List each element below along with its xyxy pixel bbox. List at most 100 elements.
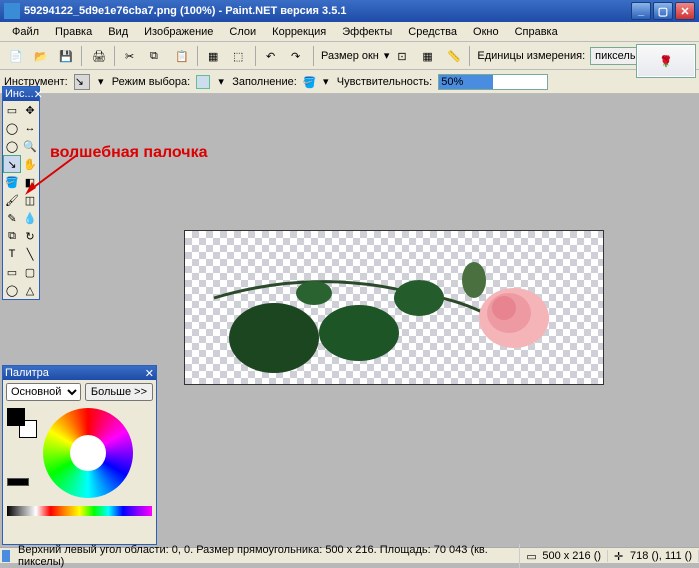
separator [114, 46, 115, 66]
size-dropdown[interactable]: ▾ [384, 49, 390, 62]
redo-icon: ↷ [291, 50, 303, 62]
current-tool-icon[interactable]: ↘ [74, 74, 90, 90]
panel-close-icon[interactable]: ✕ [34, 88, 43, 101]
tool-rectangle[interactable]: ▭ [3, 263, 21, 281]
menubar: Файл Правка Вид Изображение Слои Коррекц… [0, 22, 699, 42]
menu-view[interactable]: Вид [100, 24, 136, 40]
canvas[interactable] [184, 230, 604, 385]
undo-icon: ↶ [266, 50, 278, 62]
status-cursor-pos: ✛ 718 (), 111 () [608, 550, 699, 562]
copy-button[interactable]: ⧉ [145, 45, 167, 67]
tool-color-picker[interactable]: 💧 [21, 209, 39, 227]
ruler-icon: 📏 [447, 50, 459, 62]
wand-icon: ↘ [75, 76, 84, 88]
tool-lasso[interactable]: ◯ [3, 119, 21, 137]
cut-button[interactable]: ✂ [120, 45, 142, 67]
save-file-button[interactable]: 💾 [54, 45, 76, 67]
selection-mode-replace[interactable] [196, 75, 210, 89]
tool-eraser[interactable]: ◫ [21, 191, 39, 209]
menu-effects[interactable]: Эффекты [334, 24, 400, 40]
fill-label: Заполнение: [232, 76, 297, 88]
grid-icon: ▦ [422, 50, 434, 62]
tools-panel-header[interactable]: Инс... ✕ [3, 87, 39, 101]
menu-edit[interactable]: Правка [47, 24, 100, 40]
cut-icon: ✂ [125, 50, 137, 62]
window-titlebar: 59294122_5d9e1e76cba7.png (100%) - Paint… [0, 0, 699, 22]
tool-brush[interactable]: 🖌 [3, 191, 21, 209]
zoom-fit-icon: ⊡ [397, 50, 409, 62]
minimize-button[interactable]: _ [631, 2, 651, 20]
separator [255, 46, 256, 66]
menu-tools[interactable]: Средства [400, 24, 465, 40]
menu-help[interactable]: Справка [507, 24, 566, 40]
canvas-content-rose [194, 238, 594, 378]
main-toolbar: 📄 📂 💾 🖨 ✂ ⧉ 📋 ▦ ⬚ ↶ ↷ Размер окн ▾ ⊡ ▦ 📏… [0, 42, 699, 70]
tool-options-bar: Инструмент: ↘ ▾ Режим выбора: ▾ Заполнен… [0, 70, 699, 94]
menu-correction[interactable]: Коррекция [264, 24, 334, 40]
tool-ellipse-select[interactable]: ◯ [3, 137, 21, 155]
palette-panel-title: Палитра [5, 367, 49, 379]
tool-line[interactable]: ╲ [21, 245, 39, 263]
mode-label: Режим выбора: [112, 76, 190, 88]
tools-panel: Инс... ✕ ▭ ✥ ◯ ↔ ◯ 🔍 ↘ ✋ 🪣 ◧ 🖌 ◫ ✎ 💧 ⧉ ↻… [2, 86, 40, 300]
fill-dropdown[interactable]: ▾ [321, 75, 331, 88]
sensitivity-input[interactable] [438, 74, 548, 90]
zoom-fit-button[interactable]: ⊡ [392, 45, 414, 67]
crop-button[interactable]: ▦ [203, 45, 225, 67]
rulers-button[interactable]: 📏 [442, 45, 464, 67]
new-icon: 📄 [9, 50, 21, 62]
fgbg-swatch[interactable] [7, 408, 37, 438]
tool-move-pixels[interactable]: ↔ [21, 119, 39, 137]
image-thumbnail-panel[interactable]: 🌹 [636, 44, 696, 78]
grid-button[interactable]: ▦ [417, 45, 439, 67]
tool-dropdown[interactable]: ▾ [96, 75, 106, 88]
tool-magic-wand[interactable]: ↘ [3, 155, 21, 173]
tool-clone[interactable]: ⧉ [3, 227, 21, 245]
tool-rounded-rect[interactable]: ▢ [21, 263, 39, 281]
palette-panel-header[interactable]: Палитра ✕ [3, 366, 156, 380]
paste-button[interactable]: 📋 [170, 45, 192, 67]
separator [313, 46, 314, 66]
print-icon: 🖨 [92, 50, 104, 62]
redo-button[interactable]: ↷ [286, 45, 308, 67]
maximize-button[interactable]: ▢ [653, 2, 673, 20]
new-file-button[interactable]: 📄 [4, 45, 26, 67]
color-swatches-row[interactable] [7, 506, 152, 516]
deselect-button[interactable]: ⬚ [228, 45, 250, 67]
size-label: Размер окн [321, 50, 379, 62]
crop-icon: ▦ [208, 50, 220, 62]
tool-ellipse[interactable]: ◯ [3, 281, 21, 299]
palette-more-button[interactable]: Больше >> [85, 383, 153, 401]
color-wheel[interactable] [43, 408, 133, 498]
tool-gradient[interactable]: ◧ [21, 173, 39, 191]
save-icon: 💾 [59, 50, 71, 62]
undo-button[interactable]: ↶ [261, 45, 283, 67]
color-mode-select[interactable]: Основной [6, 383, 81, 401]
tool-freeform[interactable]: △ [21, 281, 39, 299]
tool-pencil[interactable]: ✎ [3, 209, 21, 227]
image-thumbnail: 🌹 [638, 46, 694, 76]
panel-close-icon[interactable]: ✕ [145, 367, 154, 380]
menu-window[interactable]: Окно [465, 24, 507, 40]
separator [81, 46, 82, 66]
close-button[interactable]: ✕ [675, 2, 695, 20]
tool-pan[interactable]: ✋ [21, 155, 39, 173]
current-color-strip [7, 478, 29, 486]
separator [197, 46, 198, 66]
tool-text[interactable]: T [3, 245, 21, 263]
tool-move-selection[interactable]: ✥ [21, 101, 39, 119]
menu-file[interactable]: Файл [4, 24, 47, 40]
tool-paint-bucket[interactable]: 🪣 [3, 173, 21, 191]
open-file-button[interactable]: 📂 [29, 45, 51, 67]
tool-recolor[interactable]: ↻ [21, 227, 39, 245]
print-button[interactable]: 🖨 [87, 45, 109, 67]
tool-rectangle-select[interactable]: ▭ [3, 101, 21, 119]
mode-dropdown[interactable]: ▾ [216, 75, 226, 88]
foreground-color-swatch[interactable] [7, 408, 25, 426]
cursor-icon: ✛ [614, 550, 626, 562]
menu-layers[interactable]: Слои [221, 24, 264, 40]
deselect-icon: ⬚ [233, 50, 245, 62]
copy-icon: ⧉ [150, 50, 162, 62]
menu-image[interactable]: Изображение [136, 24, 221, 40]
tool-zoom[interactable]: 🔍 [21, 137, 39, 155]
